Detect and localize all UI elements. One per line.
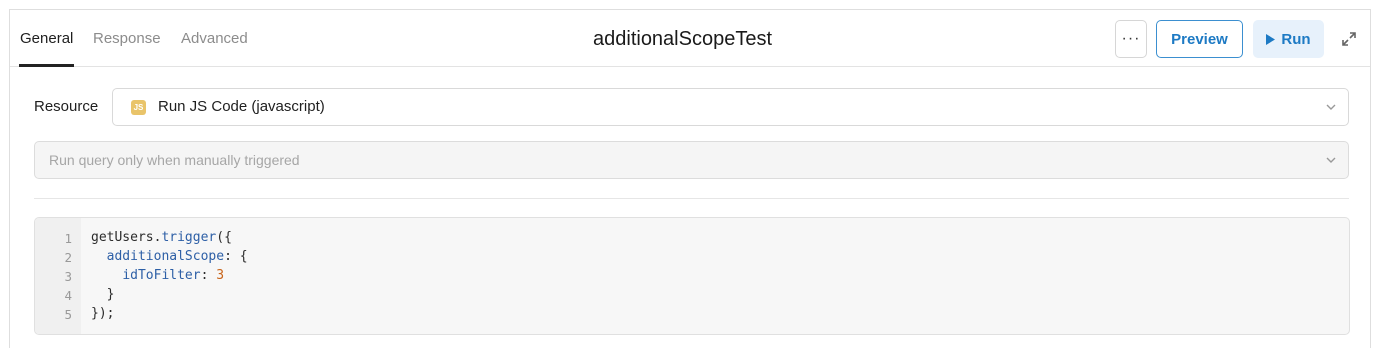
line-number: 4 — [64, 288, 72, 303]
code-line: idToFilter: 3 — [122, 268, 225, 283]
more-options-button[interactable]: ··· — [1115, 20, 1147, 58]
run-button-label: Run — [1281, 30, 1311, 48]
section-divider — [34, 198, 1349, 199]
code-line: getUsers.trigger({ — [91, 230, 232, 245]
play-icon — [1266, 33, 1276, 45]
query-editor-panel: General Response Advanced additionalScop… — [9, 9, 1371, 348]
line-number: 1 — [64, 231, 72, 246]
resource-value: Run JS Code (javascript) — [158, 98, 325, 115]
line-number: 2 — [64, 250, 72, 265]
expand-icon[interactable] — [1340, 30, 1358, 48]
resource-select[interactable]: JS Run JS Code (javascript) — [112, 88, 1349, 126]
code-editor[interactable]: 1 2 3 4 5 getUsers.trigger({ additionalS… — [34, 217, 1350, 335]
javascript-icon: JS — [131, 100, 146, 115]
tab-advanced[interactable]: Advanced — [181, 30, 248, 47]
trigger-mode-value: Run query only when manually triggered — [49, 152, 300, 168]
chevron-down-icon — [1326, 104, 1336, 110]
line-number: 5 — [64, 307, 72, 322]
run-button[interactable]: Run — [1253, 20, 1324, 58]
code-line: } — [91, 287, 115, 302]
preview-button[interactable]: Preview — [1156, 20, 1243, 58]
line-number: 3 — [64, 269, 72, 284]
query-header: General Response Advanced additionalScop… — [10, 10, 1370, 67]
query-title[interactable]: additionalScopeTest — [593, 28, 772, 51]
active-tab-indicator — [19, 64, 74, 67]
trigger-mode-select[interactable]: Run query only when manually triggered — [34, 141, 1349, 179]
code-line: additionalScope: { — [106, 249, 248, 264]
tab-general[interactable]: General — [20, 30, 73, 47]
chevron-down-icon — [1326, 157, 1336, 163]
ellipsis-icon: ··· — [1121, 30, 1141, 47]
code-line: }); — [91, 306, 115, 321]
resource-label: Resource — [34, 98, 99, 115]
tab-response[interactable]: Response — [93, 30, 161, 47]
